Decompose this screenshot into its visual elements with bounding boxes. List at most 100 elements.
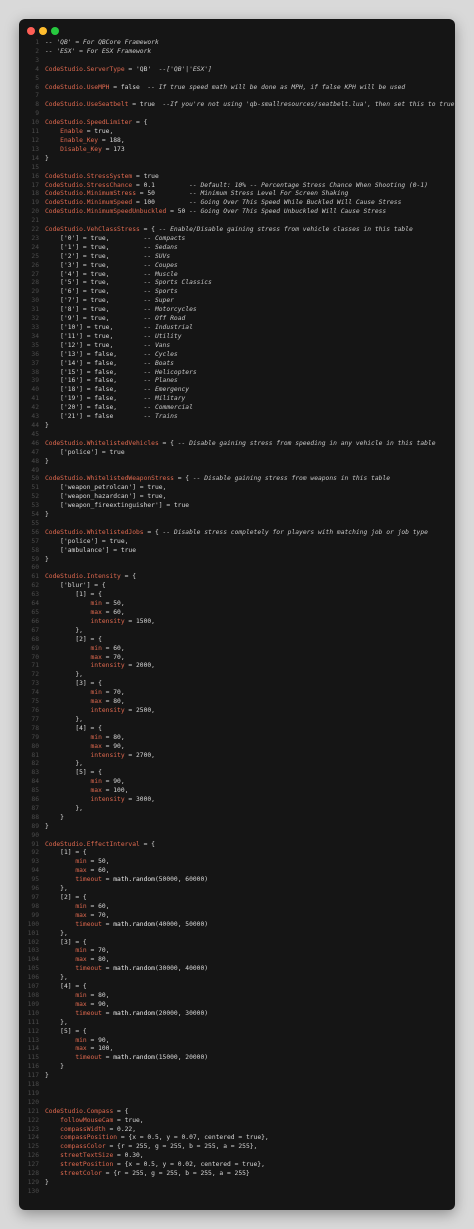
code-text: ['21'] = false -- Trains	[45, 413, 178, 422]
code-comment: -- 'QB' = For QBCore Framework	[45, 39, 159, 46]
code-comment: -- Sports Classics	[143, 279, 212, 287]
code-token: ['2'] = true,	[45, 252, 144, 260]
code-line: 47 ['police'] = true	[19, 449, 455, 458]
code-token: = 50,	[101, 600, 125, 608]
code-token: = 173	[101, 145, 125, 153]
code-token: ['11'] = true,	[45, 332, 144, 340]
code-text: CodeStudio.UseMPH = false -- If true spe…	[45, 84, 405, 93]
code-line: 126 streetTextSize = 0.30,	[19, 1152, 455, 1161]
code-text: CodeStudio.ServerType = 'QB' --['QB'|'ES…	[45, 66, 212, 75]
code-token: },	[45, 715, 83, 723]
code-token: = 60,	[86, 902, 110, 910]
code-token: = 0.1	[132, 181, 190, 189]
code-text: }	[45, 823, 49, 832]
code-line: 68 [2] = {	[19, 636, 455, 645]
code-editor[interactable]: 1 -- 'QB' = For QBCore Framework 2 -- 'ESX'…	[19, 39, 455, 1197]
code-identifier: intensity	[90, 796, 125, 804]
code-line: 109 max = 90,	[19, 1001, 455, 1010]
code-text: CodeStudio.VehClassStress = { -- Enable/…	[45, 226, 413, 235]
code-identifier: min	[75, 1036, 87, 1044]
line-number: 98	[31, 902, 39, 910]
code-token: ['18'] = false,	[45, 386, 144, 394]
line-number: 15	[31, 163, 39, 171]
line-number: 91	[31, 840, 39, 848]
code-line: 41 ['19'] = false, -- Military	[19, 395, 455, 404]
code-text: timeout = math.random(30000, 40000)	[45, 965, 208, 974]
code-identifier: max	[90, 653, 102, 661]
code-identifier: max	[90, 698, 102, 706]
code-token: [4] = {	[45, 983, 87, 991]
code-line: 48}	[19, 458, 455, 467]
code-text: [2] = {	[45, 636, 102, 645]
line-number: 45	[31, 430, 39, 438]
code-token: }	[45, 822, 49, 830]
code-token: ['weapon_hazardcan'] = true,	[45, 493, 167, 501]
code-line: 76 intensity = 2500,	[19, 707, 455, 716]
line-number: 26	[31, 261, 39, 269]
line-number: 95	[31, 876, 39, 884]
code-token: = {	[158, 439, 178, 447]
line-number: 101	[27, 929, 39, 937]
minimize-window-button[interactable]	[39, 27, 47, 35]
code-identifier: intensity	[90, 751, 125, 759]
code-line: 61 CodeStudio.Intensity = {	[19, 573, 455, 582]
code-text: max = 70,	[45, 654, 125, 663]
code-line: 116 }	[19, 1063, 455, 1072]
line-number: 17	[31, 181, 39, 189]
line-number: 109	[27, 1000, 39, 1008]
code-text: CodeStudio.MinimumSpeed = 100 -- Going O…	[45, 199, 401, 208]
code-token: = {	[139, 226, 159, 234]
code-text: timeout = math.random(20000, 30000)	[45, 1010, 208, 1019]
line-number: 6	[35, 83, 39, 91]
code-identifier: max	[75, 867, 87, 875]
code-identifier: intensity	[90, 662, 125, 670]
code-text: ['weapon_petrolcan'] = true,	[45, 484, 166, 493]
line-number: 64	[31, 600, 39, 608]
code-token: [5] = {	[45, 1027, 87, 1035]
line-number: 118	[27, 1081, 39, 1089]
code-identifier: Disable_Key	[60, 145, 102, 153]
code-line: 112 [5] = {	[19, 1028, 455, 1037]
code-token: math.random	[113, 1009, 155, 1017]
line-number: 70	[31, 653, 39, 661]
code-token: ['6'] = true,	[45, 288, 144, 296]
code-line: 53 ['weapon_fireextinguisher'] = true	[19, 502, 455, 511]
code-token: = {x = 0.5, y = 0.02, centered = true},	[113, 1161, 265, 1169]
code-identifier: streetTextSize	[60, 1152, 114, 1160]
line-number: 107	[27, 983, 39, 991]
code-line: 118	[19, 1081, 455, 1090]
code-token: math.random	[113, 965, 155, 973]
code-text: }	[45, 1179, 49, 1188]
code-line: 5	[19, 75, 455, 84]
line-number: 119	[27, 1089, 39, 1097]
code-text: streetPosition = {x = 0.5, y = 0.02, cen…	[45, 1161, 265, 1170]
code-line: 122 followMouseCam = true,	[19, 1117, 455, 1126]
code-token: }	[45, 813, 64, 821]
code-line: 114 max = 100,	[19, 1045, 455, 1054]
code-identifier: max	[90, 742, 102, 750]
line-number: 59	[31, 555, 39, 563]
code-token: =	[101, 876, 114, 884]
code-text: [3] = {	[45, 939, 87, 948]
code-text: [2] = {	[45, 894, 87, 903]
code-comment: -- Vans	[143, 341, 171, 349]
code-line: 60	[19, 564, 455, 573]
code-identifier: CodeStudio.MinimumSpeedUnbuckled	[45, 208, 167, 216]
code-token: ['9'] = true,	[45, 315, 144, 323]
code-text: },	[45, 716, 83, 725]
code-text: Disable_Key = 173	[45, 145, 125, 155]
close-window-button[interactable]	[27, 27, 35, 35]
maximize-window-button[interactable]	[51, 27, 59, 35]
code-line: 128 streetColor = {r = 255, g = 255, b =…	[19, 1170, 455, 1179]
line-number: 112	[27, 1027, 39, 1035]
code-line: 115 timeout = math.random(15000, 20000)	[19, 1054, 455, 1063]
code-token: = 50	[136, 190, 190, 198]
line-number: 11	[31, 128, 39, 136]
